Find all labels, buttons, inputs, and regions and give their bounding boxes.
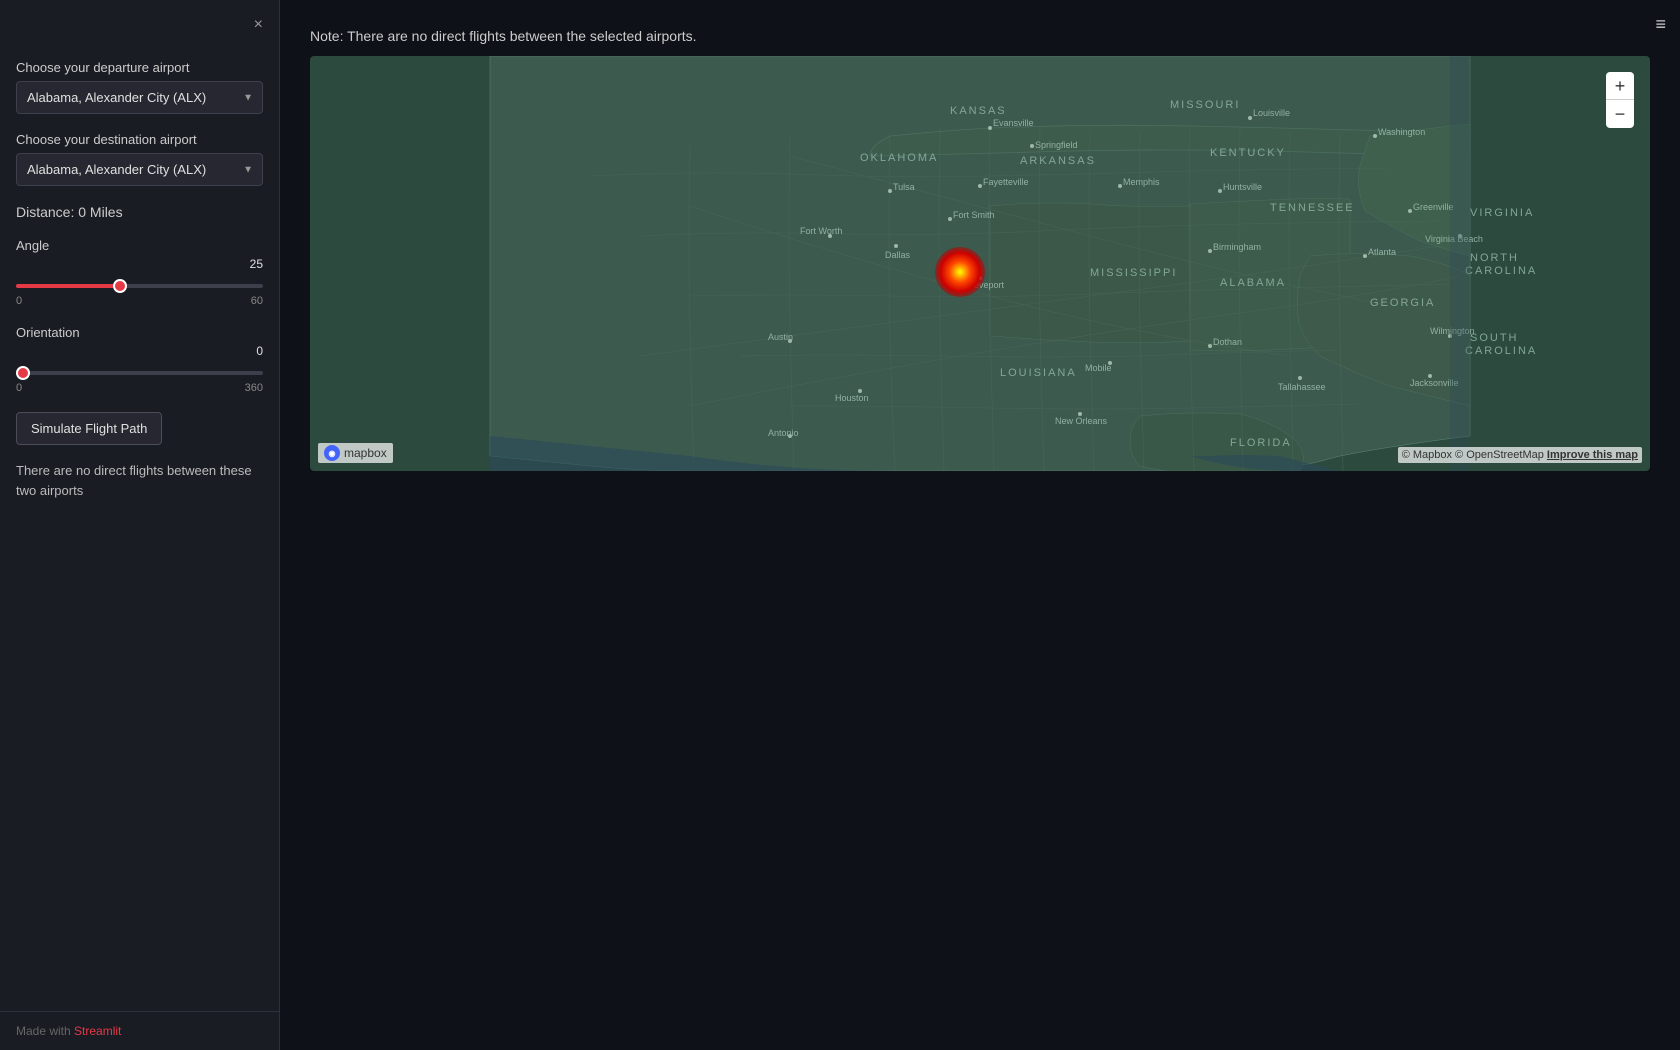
alabama-label: ALABAMA	[1220, 277, 1286, 289]
zoom-controls: + −	[1606, 72, 1634, 128]
louisiana-label: LOUISIANA	[1000, 367, 1077, 379]
svg-text:Fort Worth: Fort Worth	[800, 226, 842, 236]
georgia-label: GEORGIA	[1370, 297, 1435, 309]
missouri-label: MISSOURI	[1170, 99, 1240, 111]
svg-text:Louisville: Louisville	[1253, 108, 1290, 118]
departure-select[interactable]: Alabama, Alexander City (ALX)Alabama, An…	[16, 81, 263, 114]
sidebar-content: Choose your departure airport Alabama, A…	[0, 0, 279, 1011]
angle-section: Angle 25 0 60	[16, 238, 263, 307]
destination-select-wrapper: Alabama, Alexander City (ALX)Alabama, An…	[16, 153, 263, 186]
svg-text:New Orleans: New Orleans	[1055, 416, 1108, 426]
map-attribution: © Mapbox © OpenStreetMap Improve this ma…	[1398, 447, 1642, 463]
svg-text:Fayetteville: Fayetteville	[983, 177, 1029, 187]
svg-text:Evansville: Evansville	[993, 118, 1034, 128]
svg-text:Washington: Washington	[1378, 127, 1425, 137]
hamburger-menu[interactable]: ≡	[1655, 14, 1666, 35]
orientation-section: Orientation 0 0 360	[16, 325, 263, 394]
departure-label: Choose your departure airport	[16, 60, 263, 75]
angle-slider[interactable]	[16, 284, 263, 288]
svg-text:Springfield: Springfield	[1035, 140, 1078, 150]
kentucky-label: KENTUCKY	[1210, 147, 1286, 159]
angle-label: Angle	[16, 238, 263, 253]
mapbox-logo: ◉ mapbox	[318, 443, 393, 463]
angle-range: 0 60	[16, 295, 263, 307]
destination-label: Choose your destination airport	[16, 132, 263, 147]
sidebar-footer: Made with Streamlit	[0, 1011, 279, 1050]
orientation-range: 0 360	[16, 382, 263, 394]
note-text: Note: There are no direct flights betwee…	[280, 0, 1680, 56]
orientation-max: 360	[245, 382, 263, 394]
departure-select-wrapper: Alabama, Alexander City (ALX)Alabama, An…	[16, 81, 263, 114]
zoom-out-button[interactable]: −	[1606, 100, 1634, 128]
orientation-label: Orientation	[16, 325, 263, 340]
distance-text: Distance: 0 Miles	[16, 204, 263, 220]
north-carolina-label: NORTH	[1470, 252, 1519, 264]
florida-label: FLORIDA	[1230, 437, 1292, 449]
orientation-value: 0	[16, 344, 263, 358]
south-carolina-label: SOUTH	[1470, 332, 1519, 344]
attribution-text: © Mapbox © OpenStreetMap	[1402, 449, 1544, 461]
svg-text:Antonio: Antonio	[768, 428, 799, 438]
info-text: There are no direct flights between thes…	[16, 461, 263, 500]
map-svg: KANSAS MISSOURI OKLAHOMA ARKANSAS KENTUC…	[310, 56, 1650, 471]
main-content: ≡ Note: There are no direct flights betw…	[280, 0, 1680, 1050]
sidebar: × Choose your departure airport Alabama,…	[0, 0, 280, 1050]
virginia-label: VIRGINIA	[1470, 207, 1534, 219]
close-button[interactable]: ×	[254, 16, 263, 34]
departure-group: Choose your departure airport Alabama, A…	[16, 60, 263, 114]
mississippi-label: MISSISSIPPI	[1090, 267, 1177, 279]
north-carolina-label2: CAROLINA	[1465, 265, 1537, 277]
angle-min: 0	[16, 295, 22, 307]
svg-text:Fort Smith: Fort Smith	[953, 210, 995, 220]
svg-text:Shreveport: Shreveport	[960, 280, 1005, 290]
svg-text:Tulsa: Tulsa	[893, 182, 915, 192]
destination-group: Choose your destination airport Alabama,…	[16, 132, 263, 186]
angle-slider-container	[16, 275, 263, 291]
improve-map-link[interactable]: Improve this map	[1547, 449, 1638, 461]
arkansas-label: ARKANSAS	[1020, 155, 1096, 167]
orientation-slider-container	[16, 362, 263, 378]
svg-text:Greenville: Greenville	[1413, 202, 1454, 212]
zoom-in-button[interactable]: +	[1606, 72, 1634, 100]
svg-text:Mobile: Mobile	[1085, 363, 1112, 373]
simulate-button[interactable]: Simulate Flight Path	[16, 412, 162, 445]
kansas-label: KANSAS	[950, 105, 1007, 117]
svg-text:Tallahassee: Tallahassee	[1278, 382, 1326, 392]
svg-text:Dallas: Dallas	[885, 250, 911, 260]
svg-text:Austin: Austin	[768, 332, 793, 342]
angle-value: 25	[16, 257, 263, 271]
destination-select[interactable]: Alabama, Alexander City (ALX)Alabama, An…	[16, 153, 263, 186]
svg-text:Memphis: Memphis	[1123, 177, 1160, 187]
footer-text: Made with	[16, 1024, 71, 1038]
orientation-slider[interactable]	[16, 371, 263, 375]
south-carolina-label2: CAROLINA	[1465, 345, 1537, 357]
orientation-min: 0	[16, 382, 22, 394]
svg-text:Huntsville: Huntsville	[1223, 182, 1262, 192]
mapbox-icon: ◉	[324, 445, 340, 461]
oklahoma-label: OKLAHOMA	[860, 152, 938, 164]
tennessee-label: TENNESSEE	[1270, 202, 1355, 214]
svg-text:Atlanta: Atlanta	[1368, 247, 1396, 257]
svg-text:Birmingham: Birmingham	[1213, 242, 1261, 252]
angle-max: 60	[251, 295, 263, 307]
map-container: KANSAS MISSOURI OKLAHOMA ARKANSAS KENTUC…	[310, 56, 1650, 471]
streamlit-link[interactable]: Streamlit	[74, 1024, 121, 1038]
svg-text:Houston: Houston	[835, 393, 869, 403]
svg-text:Dothan: Dothan	[1213, 337, 1242, 347]
mapbox-label: mapbox	[344, 446, 387, 460]
